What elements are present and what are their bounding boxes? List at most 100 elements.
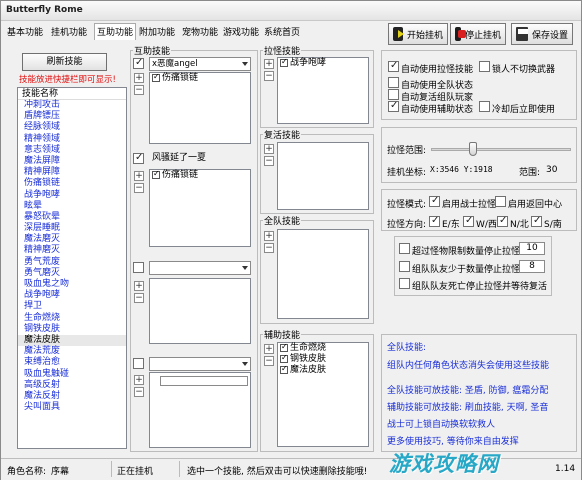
list-item[interactable]: 战争咆哮 xyxy=(18,290,126,301)
tab-help[interactable]: 互助功能 xyxy=(94,23,137,40)
list-item[interactable]: 意志领域 xyxy=(18,145,126,156)
tab-pet[interactable]: 宠物功能 xyxy=(182,25,218,38)
list-item[interactable]: 勇气荒废 xyxy=(18,257,126,268)
help-slot3-skill-list[interactable] xyxy=(149,278,251,344)
list-item[interactable]: 伤痛锁链 xyxy=(150,168,250,181)
list-item[interactable]: 经脉领域 xyxy=(18,122,126,133)
revive-remove-button[interactable]: − xyxy=(264,156,274,166)
help-slot4-skill-list[interactable] xyxy=(149,372,251,448)
list-item[interactable]: 魔法反射 xyxy=(18,391,126,402)
assist-skill-list[interactable]: 生命燃烧 钢铁皮肤 魔法皮肤 xyxy=(277,341,369,447)
list-item[interactable]: 冲刺攻击 xyxy=(18,100,126,111)
tab-home[interactable]: 系统首页 xyxy=(264,25,300,38)
pull-add-button[interactable]: + xyxy=(264,59,274,69)
status-divider xyxy=(179,461,180,477)
list-item[interactable]: 捍卫 xyxy=(18,301,126,312)
list-item[interactable]: 魔法屏障 xyxy=(18,156,126,167)
list-item[interactable]: 精神磨灭 xyxy=(18,245,126,256)
list-item[interactable]: 魔法皮肤 xyxy=(18,334,126,347)
list-item[interactable]: 盾牌镖压 xyxy=(18,111,126,122)
list-item[interactable]: 勇气磨灭 xyxy=(18,268,126,279)
pull-remove-button[interactable]: − xyxy=(264,71,274,81)
auto-revive-checkbox[interactable] xyxy=(388,89,399,100)
list-item[interactable]: 高级反射 xyxy=(18,380,126,391)
range-slider-track[interactable] xyxy=(431,148,571,151)
range-slider-thumb[interactable] xyxy=(469,142,477,156)
list-item[interactable]: 魔法磨灭 xyxy=(18,234,126,245)
help-slot4-skill-field[interactable] xyxy=(160,376,248,386)
return-center-checkbox[interactable] xyxy=(495,196,506,207)
help-slot3-remove-button[interactable]: − xyxy=(134,293,144,303)
help-slot4-target-select[interactable] xyxy=(149,357,251,371)
tab-hang[interactable]: 挂机功能 xyxy=(51,25,87,38)
help-slot2-skill-list[interactable]: 伤痛锁链 xyxy=(149,168,251,247)
help-slot2-checkbox[interactable] xyxy=(133,152,144,164)
stop-mob-limit-checkbox[interactable] xyxy=(399,243,410,254)
lock-weapon-checkbox[interactable] xyxy=(479,61,490,72)
list-item[interactable]: 眩晕 xyxy=(18,201,126,212)
list-item[interactable]: 战争咆哮 xyxy=(278,56,368,69)
team-remove-button[interactable]: − xyxy=(264,243,274,253)
auto-team-checkbox[interactable] xyxy=(388,77,399,88)
auto-pull-checkbox[interactable] xyxy=(388,60,399,72)
tab-basic[interactable]: 基本功能 xyxy=(7,25,43,38)
help-slot4-checkbox[interactable] xyxy=(133,358,144,369)
auto-assist-checkbox[interactable] xyxy=(388,100,399,112)
help-slot2-target[interactable]: 风骚延了一夏 xyxy=(149,152,251,166)
list-item[interactable]: 魔法荒废 xyxy=(18,346,126,357)
stop-team-count-checkbox[interactable] xyxy=(399,261,410,272)
assist-remove-button[interactable]: − xyxy=(264,356,274,366)
help-slot3-checkbox[interactable] xyxy=(133,262,144,273)
list-item[interactable]: 钢铁皮肤 xyxy=(278,352,368,365)
stop-team-death-checkbox[interactable] xyxy=(399,278,410,289)
list-item[interactable]: 战争咆哮 xyxy=(18,190,126,201)
start-hang-button[interactable]: 开始挂机 xyxy=(388,23,448,45)
help-slot1-checkbox[interactable] xyxy=(133,57,144,69)
stop-team-count-value[interactable]: 8 xyxy=(519,260,545,273)
list-item[interactable]: 吸血鬼触碰 xyxy=(18,369,126,380)
help-slot1-target-select[interactable]: x恶魔angel xyxy=(149,57,251,71)
assist-add-button[interactable]: + xyxy=(264,344,274,354)
revive-add-button[interactable]: + xyxy=(264,144,274,154)
list-item[interactable]: 暴怒砍晕 xyxy=(18,212,126,223)
pull-skill-list[interactable]: 战争咆哮 xyxy=(277,56,369,124)
cooldown-back-checkbox[interactable] xyxy=(479,101,490,112)
tab-game[interactable]: 游戏功能 xyxy=(223,25,259,38)
dir-north-checkbox[interactable] xyxy=(497,215,508,227)
save-settings-button[interactable]: 保存设置 xyxy=(511,23,573,45)
stop-mob-limit-value[interactable]: 10 xyxy=(519,242,545,255)
team-skill-list[interactable] xyxy=(277,229,369,319)
refresh-skills-button[interactable]: 刷新技能 xyxy=(22,53,107,71)
revive-skill-list[interactable] xyxy=(277,142,369,210)
tab-extra[interactable]: 附加功能 xyxy=(139,25,175,38)
help-slot3-target-select[interactable] xyxy=(149,261,251,275)
list-item[interactable]: 精神领域 xyxy=(18,134,126,145)
help-slot4-remove-button[interactable]: − xyxy=(134,387,144,397)
dir-south-checkbox[interactable] xyxy=(531,215,542,227)
list-item[interactable]: 吸血鬼之吻 xyxy=(18,279,126,290)
list-item[interactable]: 束缚治愈 xyxy=(18,357,126,368)
help-slot2-add-button[interactable]: + xyxy=(134,171,144,181)
list-item[interactable]: 伤痛锁链 xyxy=(18,178,126,189)
list-item[interactable]: 精神屏障 xyxy=(18,167,126,178)
stop-hang-button[interactable]: 停止挂机 xyxy=(450,23,506,45)
status-divider xyxy=(111,461,112,477)
help-slot1-remove-button[interactable]: − xyxy=(134,85,144,95)
team-add-button[interactable]: + xyxy=(264,231,274,241)
help-slot1-skill-list[interactable]: 伤痛锁链 xyxy=(149,71,251,144)
help-slot1-add-button[interactable]: + xyxy=(134,73,144,83)
list-item[interactable]: 尖叫面具 xyxy=(18,402,126,413)
list-item[interactable]: 伤痛锁链 xyxy=(150,71,250,84)
list-item[interactable]: 生命燃烧 xyxy=(18,313,126,324)
help-slot2-remove-button[interactable]: − xyxy=(134,183,144,193)
help-slot3-add-button[interactable]: + xyxy=(134,281,144,291)
list-item[interactable]: 魔法皮肤 xyxy=(278,363,368,376)
help-slot4-add-button[interactable]: + xyxy=(134,375,144,385)
dir-east-checkbox[interactable] xyxy=(429,215,440,227)
skill-list[interactable]: 技能名称 冲刺攻击 盾牌镖压 经脉领域 精神领域 意志领域 魔法屏障 精神屏障 伤痛锁链 战争咆… xyxy=(17,87,127,449)
list-item[interactable]: 深层睡眠 xyxy=(18,223,126,234)
list-item[interactable]: 生命燃烧 xyxy=(278,341,368,354)
dir-west-checkbox[interactable] xyxy=(463,215,474,227)
warrior-pull-checkbox[interactable] xyxy=(429,195,440,207)
list-item[interactable]: 钢铁皮肤 xyxy=(18,324,126,335)
